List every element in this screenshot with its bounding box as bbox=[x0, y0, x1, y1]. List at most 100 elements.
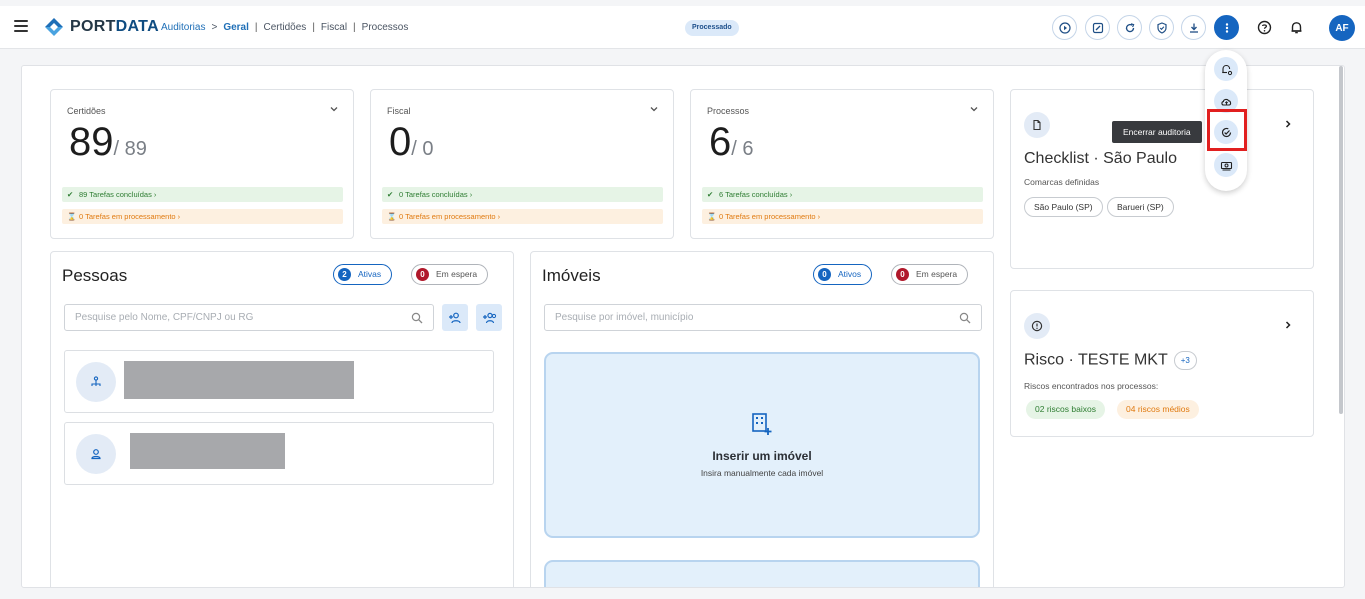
waiting-filter-badge[interactable]: 0 Em espera bbox=[891, 264, 969, 285]
breadcrumb-fiscal[interactable]: Fiscal bbox=[321, 22, 347, 33]
scrollbar[interactable] bbox=[1339, 66, 1343, 414]
top-bar: PORTDATA Auditorias > Geral | Certidões … bbox=[0, 6, 1365, 49]
chevron-down-icon[interactable] bbox=[329, 104, 339, 114]
search-icon[interactable] bbox=[959, 312, 971, 324]
user-avatar[interactable]: AF bbox=[1329, 15, 1355, 41]
download-icon bbox=[1189, 23, 1198, 33]
bell-settings-icon bbox=[1221, 64, 1232, 75]
redacted-name bbox=[130, 433, 285, 469]
waiting-filter-badge[interactable]: 0 Em espera bbox=[411, 264, 489, 285]
more-options-button[interactable] bbox=[1214, 15, 1239, 40]
risco-card[interactable]: Risco · TESTE MKT +3 Riscos encontrados n… bbox=[1010, 290, 1314, 437]
property-card[interactable] bbox=[544, 560, 980, 587]
search-icon[interactable] bbox=[411, 312, 423, 324]
add-group-button[interactable] bbox=[476, 304, 502, 331]
notifications-button[interactable] bbox=[1287, 18, 1305, 36]
document-sync-icon bbox=[1024, 112, 1050, 138]
add-property-card[interactable]: Inserir um imóvel Insira manualmente cad… bbox=[544, 352, 980, 538]
checklist-card[interactable]: Checklist · São Paulo Comarcas definidas… bbox=[1010, 89, 1314, 269]
stat-card-certidoes: Certidões 89/ 89 ✔ 89 Tarefas concluídas … bbox=[50, 89, 354, 239]
pessoas-search bbox=[64, 304, 434, 331]
highlight-box bbox=[1207, 109, 1247, 151]
chevron-down-icon[interactable] bbox=[649, 104, 659, 114]
tasks-done-strip[interactable]: ✔ 0 Tarefas concluídas › bbox=[382, 187, 663, 202]
refresh-button[interactable] bbox=[1117, 15, 1142, 40]
breadcrumb-separator: | bbox=[353, 22, 356, 33]
logo-icon bbox=[45, 18, 63, 36]
tasks-done-strip[interactable]: ✔ 89 Tarefas concluídas › bbox=[62, 187, 343, 202]
bell-icon bbox=[1291, 21, 1301, 33]
add-property-title: Inserir um imóvel bbox=[712, 449, 812, 463]
imoveis-panel: Imóveis 0Ativos 0Em espera Inserir um im… bbox=[530, 251, 994, 587]
chevron-down-icon[interactable] bbox=[969, 104, 979, 114]
company-icon bbox=[76, 362, 116, 402]
pessoas-search-input[interactable] bbox=[65, 305, 433, 330]
stat-value: 0/ 0 bbox=[389, 120, 434, 164]
low-risk-badge[interactable]: 02 riscos baixos bbox=[1026, 400, 1105, 419]
checklist-title: Checklist · São Paulo bbox=[1024, 150, 1177, 167]
logo-text: PORTDATA bbox=[70, 18, 159, 35]
chevron-right-icon[interactable] bbox=[1283, 320, 1293, 330]
alert-circle-icon bbox=[1024, 313, 1050, 339]
chevron-right-icon[interactable] bbox=[1283, 119, 1293, 129]
hourglass-icon: ⌛ bbox=[707, 212, 717, 221]
play-button[interactable] bbox=[1052, 15, 1077, 40]
list-item[interactable] bbox=[64, 350, 494, 413]
hourglass-icon: ⌛ bbox=[387, 212, 397, 221]
checklist-subtitle: Comarcas definidas bbox=[1024, 177, 1100, 187]
breadcrumb-processos[interactable]: Processos bbox=[362, 22, 409, 33]
payment-button[interactable] bbox=[1214, 153, 1238, 177]
shield-check-icon bbox=[1156, 21, 1167, 34]
notification-settings-button[interactable] bbox=[1214, 57, 1238, 81]
tasks-done-strip[interactable]: ✔ 6 Tarefas concluídas › bbox=[702, 187, 983, 202]
logo[interactable]: PORTDATA bbox=[44, 17, 159, 37]
breadcrumb-arrow: > bbox=[211, 22, 218, 33]
breadcrumb-certidoes[interactable]: Certidões bbox=[264, 22, 307, 33]
risco-title: Risco · TESTE MKT +3 bbox=[1024, 351, 1197, 370]
stat-label: Certidões bbox=[67, 106, 106, 116]
breadcrumb-geral[interactable]: Geral bbox=[223, 22, 249, 33]
tasks-processing-strip[interactable]: ⌛ 0 Tarefas em processamento › bbox=[382, 209, 663, 224]
medium-risk-badge[interactable]: 04 riscos médios bbox=[1117, 400, 1199, 419]
breadcrumb-auditorias[interactable]: Auditorias bbox=[161, 22, 205, 33]
group-add-icon bbox=[482, 312, 496, 323]
add-person-button[interactable] bbox=[442, 304, 468, 331]
risco-subtitle: Riscos encontrados nos processos: bbox=[1024, 381, 1159, 391]
edit-button[interactable] bbox=[1085, 15, 1110, 40]
main-panel: Certidões 89/ 89 ✔ 89 Tarefas concluídas … bbox=[21, 65, 1345, 588]
person-icon bbox=[76, 434, 116, 474]
tasks-processing-strip[interactable]: ⌛ 0 Tarefas em processamento › bbox=[62, 209, 343, 224]
imoveis-search bbox=[544, 304, 982, 331]
tasks-processing-strip[interactable]: ⌛ 0 Tarefas em processamento › bbox=[702, 209, 983, 224]
redacted-name bbox=[124, 361, 354, 399]
shield-button[interactable] bbox=[1149, 15, 1174, 40]
imoveis-search-input[interactable] bbox=[545, 305, 981, 330]
pessoas-panel: Pessoas 2 Ativas 0 Em espera bbox=[50, 251, 514, 587]
tooltip: Encerrar auditoria bbox=[1112, 121, 1202, 143]
pessoas-title: Pessoas bbox=[62, 266, 128, 285]
cloud-upload-icon bbox=[1220, 98, 1231, 106]
refresh-icon bbox=[1125, 22, 1134, 32]
more-vertical-icon bbox=[1225, 22, 1228, 33]
add-property-subtitle: Insira manualmente cada imóvel bbox=[700, 468, 824, 478]
comarca-chip[interactable]: São Paulo (SP) bbox=[1024, 197, 1103, 217]
stat-label: Fiscal bbox=[387, 106, 411, 116]
list-item[interactable] bbox=[64, 422, 494, 485]
building-add-icon bbox=[752, 413, 772, 435]
menu-icon[interactable] bbox=[14, 20, 28, 32]
person-add-icon bbox=[449, 312, 461, 323]
edit-note-icon bbox=[1092, 22, 1103, 33]
active-filter-badge[interactable]: 2 Ativas bbox=[333, 264, 393, 285]
download-button[interactable] bbox=[1181, 15, 1206, 40]
stat-card-fiscal: Fiscal 0/ 0 ✔ 0 Tarefas concluídas › ⌛ 0 T… bbox=[370, 89, 674, 239]
stat-card-processos: Processos 6/ 6 ✔ 6 Tarefas concluídas › ⌛… bbox=[690, 89, 994, 239]
breadcrumb-separator: | bbox=[312, 22, 315, 33]
play-icon bbox=[1058, 21, 1071, 34]
help-icon bbox=[1257, 20, 1271, 34]
stat-value: 6/ 6 bbox=[709, 120, 754, 164]
comarca-chip[interactable]: Barueri (SP) bbox=[1107, 197, 1174, 217]
active-filter-badge[interactable]: 0 Ativos bbox=[813, 264, 873, 285]
help-button[interactable] bbox=[1255, 18, 1273, 36]
more-risks-chip[interactable]: +3 bbox=[1173, 351, 1197, 370]
stat-value: 89/ 89 bbox=[69, 120, 147, 164]
